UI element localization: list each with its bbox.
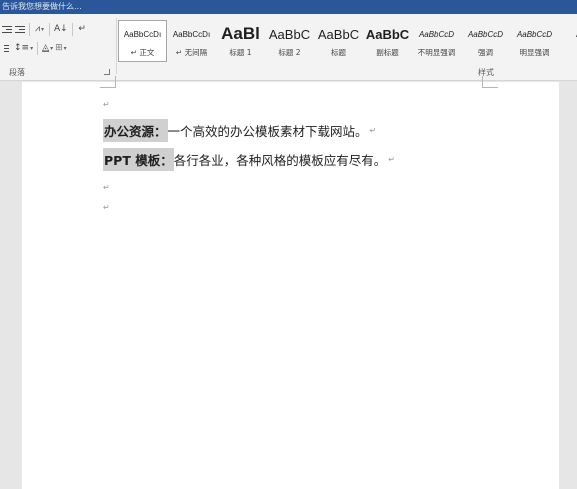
increase-indent-icon bbox=[14, 25, 25, 34]
style-name: 标题 2 bbox=[278, 48, 301, 57]
group-divider bbox=[116, 18, 117, 74]
style-tile[interactable]: AaBl 标题 1 bbox=[216, 20, 265, 62]
chevron-down-icon: ▾ bbox=[50, 44, 54, 52]
style-tile[interactable]: AaBbCcDı ↵ 无间隔 bbox=[167, 20, 216, 62]
style-name: ↵ 无间隔 bbox=[175, 48, 208, 57]
style-tile[interactable]: AaB要 bbox=[559, 20, 577, 62]
style-name: ↵ 正文 bbox=[130, 48, 155, 57]
paragraph-mark-icon: ↵ bbox=[78, 24, 86, 34]
style-preview: AaBbCcDı bbox=[172, 29, 211, 39]
style-name: 明显强调 bbox=[519, 48, 550, 57]
show-marks-button[interactable]: ↵ bbox=[76, 22, 89, 37]
document-line[interactable]: PPT 模板： 各行各业，各种风格的模板应有尽有。 ↵ bbox=[103, 147, 395, 171]
style-name: 副标题 bbox=[376, 48, 399, 57]
chinese-layout-button[interactable]: ⩘ ▾ bbox=[33, 22, 46, 37]
borders-button[interactable]: ⊞ ▾ bbox=[54, 41, 68, 56]
toolbar-separator bbox=[29, 22, 30, 36]
style-tile[interactable]: AaBbCcD 明显强调 bbox=[510, 20, 559, 62]
line-label: PPT 模板： bbox=[103, 147, 174, 171]
style-tile[interactable]: AaBbCcDı ↵ 正文 bbox=[118, 20, 167, 62]
sort-icon: A↓ bbox=[54, 24, 68, 34]
style-preview: AaBbCcD bbox=[467, 29, 504, 39]
document-canvas[interactable]: ↵ 办公资源： 一个高效的办公模板素材下载网站。 ↵ PPT 模板： 各行各业，… bbox=[0, 76, 577, 489]
style-name: 不明显强调 bbox=[417, 48, 456, 57]
chevron-down-icon: ▾ bbox=[41, 25, 45, 33]
style-tile[interactable]: AaBbC 标题 bbox=[314, 20, 363, 62]
line-spacing-icon: ↕≡ bbox=[14, 43, 30, 53]
style-preview: AaBbCcD bbox=[418, 29, 455, 39]
style-tile[interactable]: AaBbCcD 不明显强调 bbox=[412, 20, 461, 62]
shading-button[interactable]: ◬ ▾ bbox=[41, 41, 54, 56]
line-spacing-button[interactable]: ↕≡ ▾ bbox=[13, 41, 34, 56]
paragraph-mark: ↵ bbox=[103, 203, 110, 212]
margin-corner-mark bbox=[100, 76, 116, 88]
sort-button[interactable]: A↓ bbox=[53, 22, 69, 37]
paragraph-mark: ↵ bbox=[369, 125, 377, 135]
title-bar: 告诉我您想要做什么... bbox=[0, 0, 577, 14]
paragraph-mark: ↵ bbox=[103, 183, 110, 192]
tell-me-search[interactable]: 告诉我您想要做什么... bbox=[2, 1, 82, 13]
line-text: 各行各业，各种风格的模板应有尽有。 bbox=[173, 152, 387, 168]
paragraph-mark: ↵ bbox=[103, 100, 110, 109]
paragraph-group-label: 段落 bbox=[9, 68, 25, 77]
style-tile[interactable]: AaBbC 副标题 bbox=[363, 20, 412, 62]
decrease-indent-button[interactable] bbox=[0, 22, 13, 37]
justify-icon bbox=[4, 44, 9, 53]
decrease-indent-icon bbox=[1, 25, 12, 34]
ribbon: ⩘ ▾ A↓ ↵ ↕≡ ▾ ◬ ▾ ⊞ ▾ 段落 AaBbCcDı ↵ 正文 A… bbox=[0, 14, 577, 81]
style-preview: AaBbC bbox=[365, 26, 410, 42]
paragraph-group: ⩘ ▾ A↓ ↵ ↕≡ ▾ ◬ ▾ ⊞ ▾ 段落 bbox=[0, 14, 116, 81]
toolbar-separator bbox=[37, 41, 39, 55]
chevron-down-icon: ▾ bbox=[63, 44, 67, 52]
justify-button[interactable] bbox=[0, 41, 13, 56]
toolbar-separator bbox=[71, 22, 73, 36]
margin-corner-mark bbox=[482, 76, 498, 88]
paragraph-dialog-launcher-icon[interactable] bbox=[104, 69, 110, 75]
borders-icon: ⊞ bbox=[55, 43, 63, 53]
style-tile[interactable]: AaBbCcD 强调 bbox=[461, 20, 510, 62]
line-label: 办公资源： bbox=[103, 118, 168, 142]
style-name: 强调 bbox=[478, 48, 493, 57]
document-page[interactable]: ↵ 办公资源： 一个高效的办公模板素材下载网站。 ↵ PPT 模板： 各行各业，… bbox=[22, 76, 559, 489]
style-preview: AaBbCcDı bbox=[123, 29, 162, 39]
style-name: 标题 1 bbox=[229, 48, 252, 57]
style-preview: AaBbCcD bbox=[516, 29, 553, 39]
style-name: 标题 bbox=[331, 48, 346, 57]
document-line[interactable]: 办公资源： 一个高效的办公模板素材下载网站。 ↵ bbox=[103, 118, 377, 142]
toolbar-separator bbox=[49, 22, 50, 36]
chinese-layout-icon: ⩘ bbox=[34, 24, 41, 34]
paint-bucket-icon: ◬ bbox=[42, 43, 50, 53]
styles-gallery: AaBbCcDı ↵ 正文 AaBbCcDı ↵ 无间隔 AaBl 标题 1 AaBbC 标题… bbox=[118, 20, 577, 62]
style-preview: AaBl bbox=[221, 24, 260, 43]
style-tile[interactable]: AaBbC 标题 2 bbox=[265, 20, 314, 62]
style-preview: AaBbC bbox=[317, 26, 360, 42]
paragraph-mark: ↵ bbox=[388, 154, 395, 164]
line-text: 一个高效的办公模板素材下载网站。 bbox=[167, 123, 368, 139]
increase-indent-button[interactable] bbox=[13, 22, 26, 37]
chevron-down-icon: ▾ bbox=[30, 44, 34, 52]
style-preview: AaBbC bbox=[268, 26, 311, 42]
